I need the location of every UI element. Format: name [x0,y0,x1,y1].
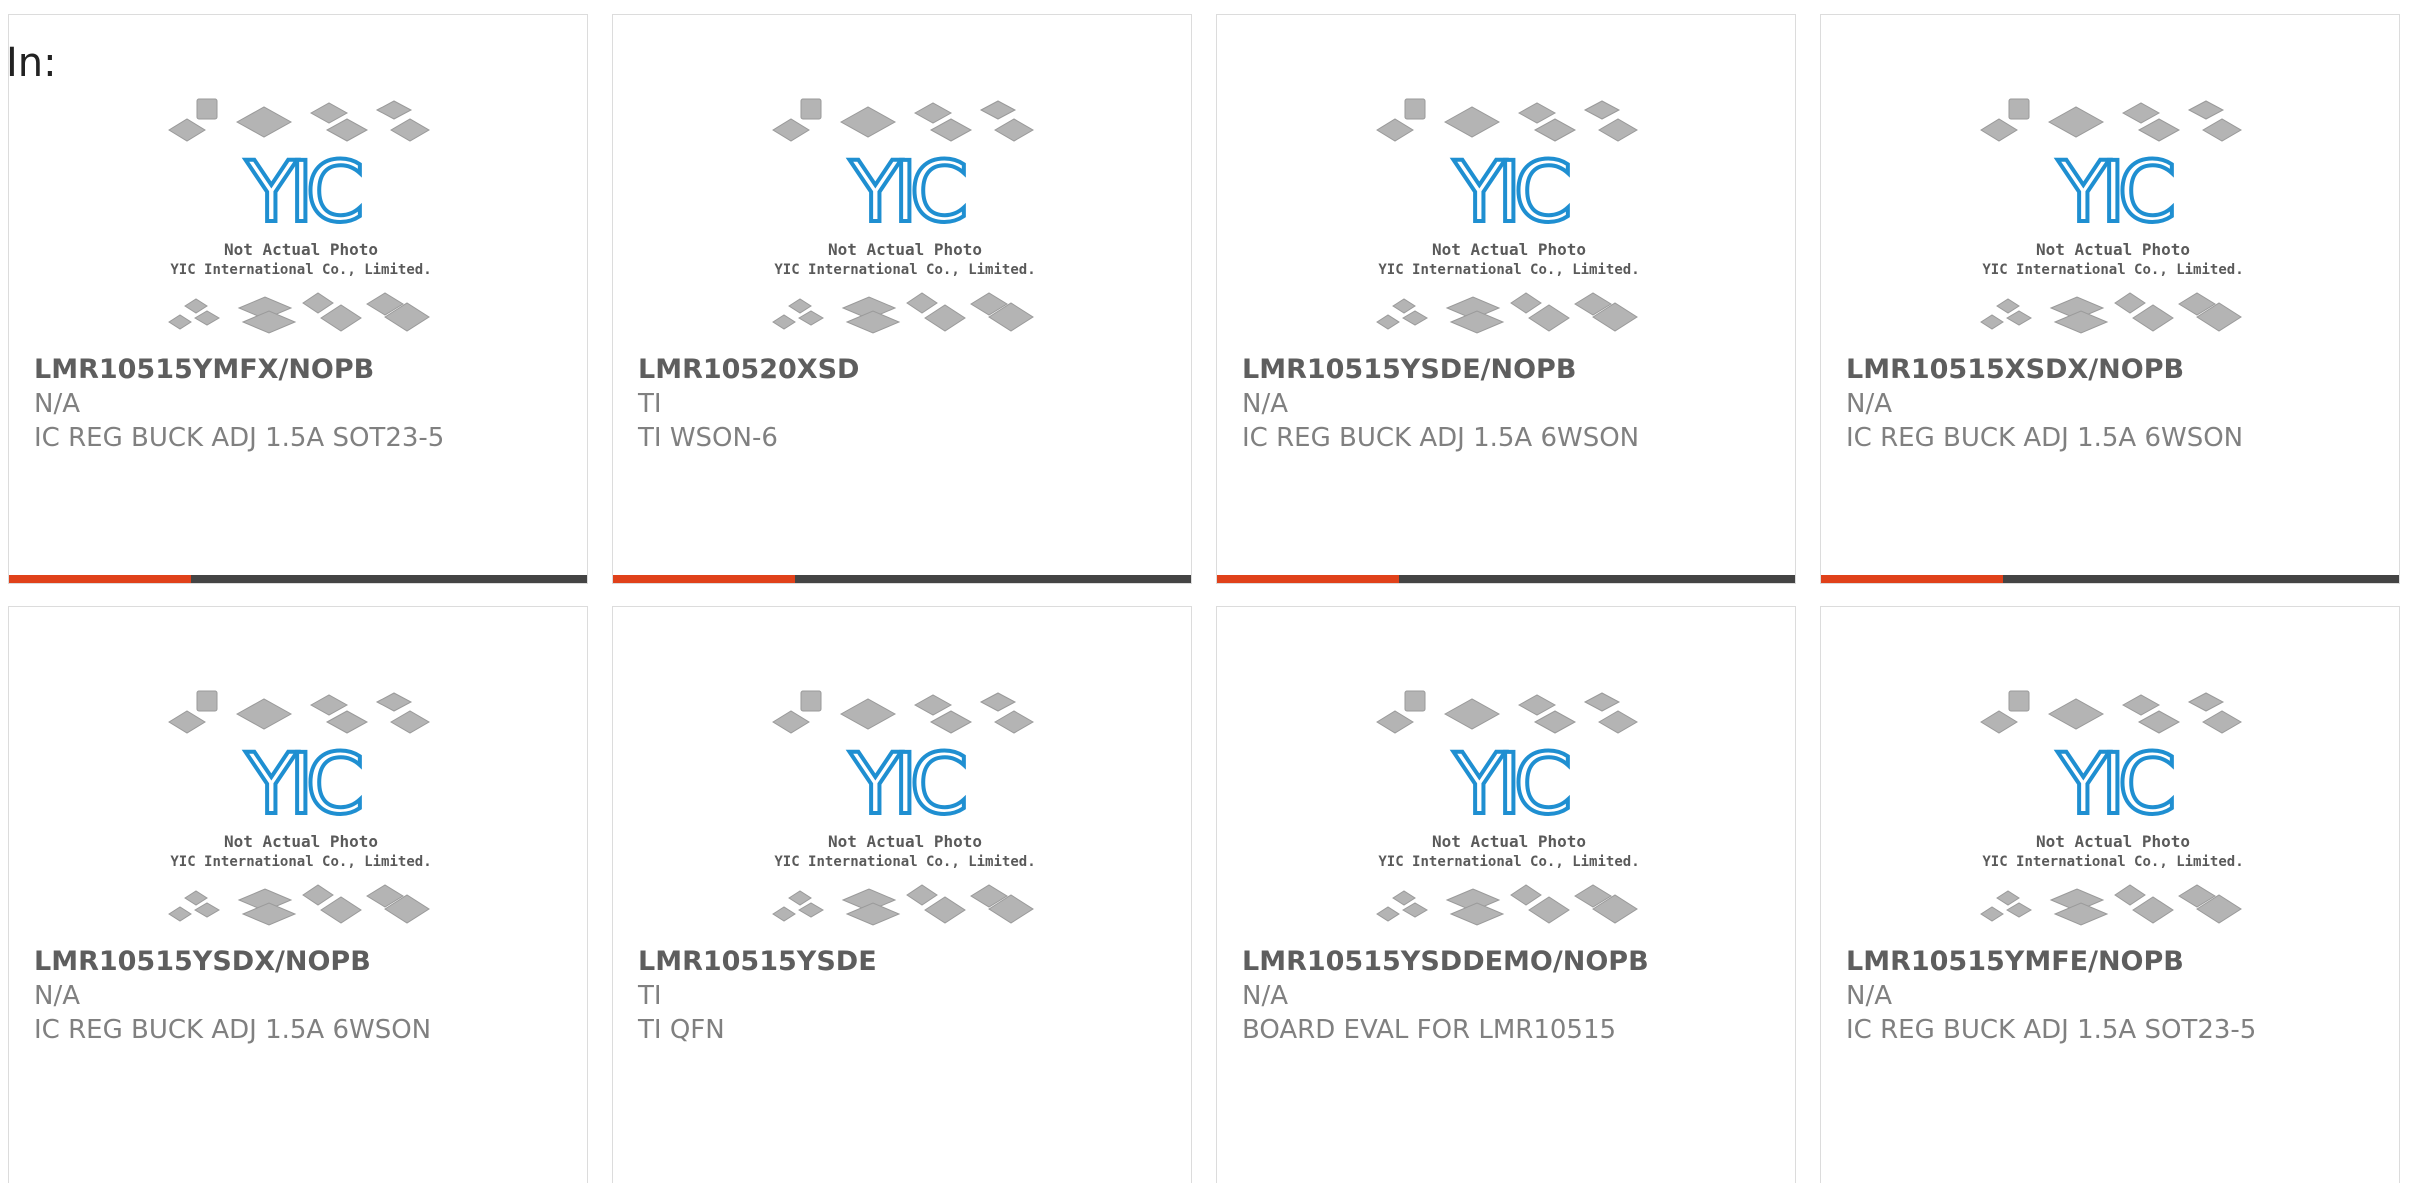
svg-text:YIC International Co., Limited: YIC International Co., Limited. [170,262,431,278]
svg-text:YIC: YIC [1453,735,1569,833]
placeholder-photo: YIC Not Actual Photo YIC International Co.… [167,689,435,929]
manufacturer: N/A [1242,389,1288,419]
svg-text:YIC: YIC [849,143,965,241]
product-card[interactable]: YIC Not Actual Photo YIC International Co.… [1820,14,2400,584]
part-number[interactable]: LMR10515YSDX/NOPB [34,945,577,979]
svg-text:YIC International Co., Limited: YIC International Co., Limited. [1378,262,1639,278]
svg-text:Not Actual Photo: Not Actual Photo [2036,240,2190,259]
description: TI QFN [638,1015,725,1045]
svg-text:YIC: YIC [1453,143,1569,241]
svg-text:YIC: YIC [2057,735,2173,833]
product-card[interactable]: YIC Not Actual Photo YIC International Co.… [1820,606,2400,1183]
svg-text:YIC International Co., Limited: YIC International Co., Limited. [774,262,1035,278]
description: IC REG BUCK ADJ 1.5A 6WSON [1846,423,2244,453]
description: IC REG BUCK ADJ 1.5A 6WSON [34,1015,432,1045]
placeholder-photo: YIC Not Actual Photo YIC International Co.… [771,97,1039,337]
part-number[interactable]: LMR10520XSD [638,353,1181,387]
svg-text:YIC: YIC [245,143,361,241]
manufacturer: TI [638,389,662,419]
card-bottom-bar [9,575,587,583]
svg-text:YIC International Co., Limited: YIC International Co., Limited. [1982,262,2243,278]
card-accent-bar [613,575,795,583]
product-card[interactable]: YIC Not Actual Photo YIC International Co.… [8,606,588,1183]
svg-text:Not Actual Photo: Not Actual Photo [224,240,378,259]
placeholder-photo: YIC Not Actual Photo YIC International Co.… [1375,689,1643,929]
manufacturer: N/A [1846,981,1892,1011]
svg-text:Not Actual Photo: Not Actual Photo [224,832,378,851]
manufacturer: N/A [34,389,80,419]
description: IC REG BUCK ADJ 1.5A SOT23-5 [34,423,445,453]
svg-text:YIC: YIC [2057,143,2173,241]
part-number[interactable]: LMR10515YMFX/NOPB [34,353,577,387]
card-bottom-bar [1821,575,2399,583]
manufacturer: N/A [34,981,80,1011]
part-number[interactable]: LMR10515YSDDEMO/NOPB [1242,945,1785,979]
placeholder-photo: YIC Not Actual Photo YIC International Co.… [1979,97,2247,337]
product-card[interactable]: YIC Not Actual Photo YIC International Co.… [1216,606,1796,1183]
part-number[interactable]: LMR10515YSDE/NOPB [1242,353,1785,387]
svg-text:Not Actual Photo: Not Actual Photo [2036,832,2190,851]
product-card[interactable]: YIC Not Actual Photo YIC International Co.… [612,606,1192,1183]
description: TI WSON-6 [638,423,778,453]
manufacturer: N/A [1846,389,1892,419]
svg-text:YIC: YIC [849,735,965,833]
card-bottom-bar [1217,575,1795,583]
in-label: In: [6,40,57,86]
product-grid: YIC Not Actual Photo YIC International Co.… [8,14,2400,1183]
part-number[interactable]: LMR10515XSDX/NOPB [1846,353,2389,387]
part-number[interactable]: LMR10515YMFE/NOPB [1846,945,2389,979]
svg-text:YIC International Co., Limited: YIC International Co., Limited. [1982,854,2243,870]
description: BOARD EVAL FOR LMR10515 [1242,1015,1617,1045]
svg-text:YIC International Co., Limited: YIC International Co., Limited. [774,854,1035,870]
product-card[interactable]: YIC Not Actual Photo YIC International Co.… [8,14,588,584]
svg-text:Not Actual Photo: Not Actual Photo [1432,240,1586,259]
card-bottom-bar [613,575,1191,583]
description: IC REG BUCK ADJ 1.5A 6WSON [1242,423,1640,453]
product-card[interactable]: YIC Not Actual Photo YIC International Co.… [612,14,1192,584]
card-accent-bar [1821,575,2003,583]
svg-text:Not Actual Photo: Not Actual Photo [828,240,982,259]
placeholder-photo: YIC Not Actual Photo YIC International Co.… [167,97,435,337]
card-accent-bar [1217,575,1399,583]
placeholder-photo: YIC Not Actual Photo YIC International Co.… [1375,97,1643,337]
manufacturer: N/A [1242,981,1288,1011]
placeholder-photo: YIC Not Actual Photo YIC International Co.… [1979,689,2247,929]
svg-text:Not Actual Photo: Not Actual Photo [828,832,982,851]
manufacturer: TI [638,981,662,1011]
svg-text:YIC: YIC [245,735,361,833]
svg-text:Not Actual Photo: Not Actual Photo [1432,832,1586,851]
svg-text:YIC International Co., Limited: YIC International Co., Limited. [170,854,431,870]
product-card[interactable]: YIC Not Actual Photo YIC International Co.… [1216,14,1796,584]
description: IC REG BUCK ADJ 1.5A SOT23-5 [1846,1015,2257,1045]
card-accent-bar [9,575,191,583]
svg-text:YIC International Co., Limited: YIC International Co., Limited. [1378,854,1639,870]
part-number[interactable]: LMR10515YSDE [638,945,1181,979]
placeholder-photo: YIC Not Actual Photo YIC International Co.… [771,689,1039,929]
